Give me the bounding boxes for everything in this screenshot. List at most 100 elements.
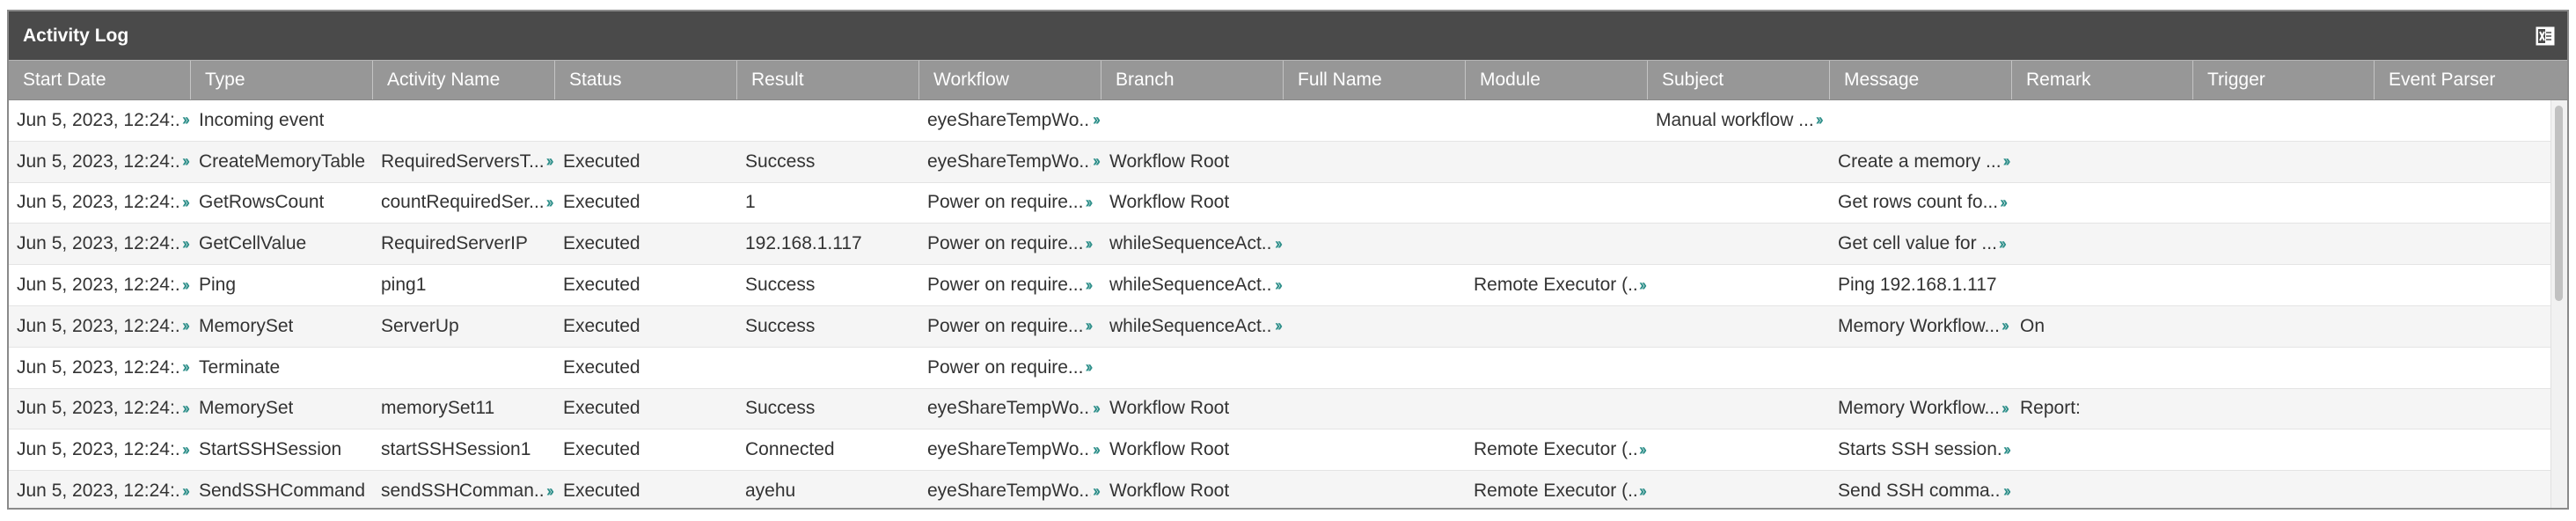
- column-header-subject[interactable]: Subject: [1648, 61, 1830, 99]
- cell-trigger: [2193, 429, 2375, 470]
- expand-arrow-icon[interactable]: ››: [2002, 400, 2009, 418]
- table-row[interactable]: Jun 5, 2023, 12:24:... ›› GetRowsCount coun…: [9, 182, 2567, 224]
- expand-arrow-icon[interactable]: ››: [2003, 482, 2011, 501]
- cell-module: [1466, 183, 1648, 224]
- expand-arrow-icon[interactable]: ››: [546, 194, 554, 212]
- expand-arrow-icon[interactable]: ››: [182, 194, 190, 212]
- column-header-message[interactable]: Message: [1830, 61, 2012, 99]
- column-header-status[interactable]: Status: [555, 61, 737, 99]
- expand-arrow-icon[interactable]: ››: [1999, 235, 2007, 253]
- cell-text: Ping 192.168.1.117: [1838, 275, 1997, 296]
- expand-arrow-icon[interactable]: ››: [182, 358, 190, 377]
- cell-text: countRequiredSer...: [381, 192, 545, 213]
- cell-result: ayehu: [737, 471, 919, 508]
- cell-text: Power on require...: [927, 275, 1084, 296]
- cell-workflow: Power on require... ››: [919, 348, 1101, 388]
- expand-arrow-icon[interactable]: ››: [1639, 441, 1647, 459]
- cell-workflow: eyeShareTempWo... ››: [919, 471, 1101, 508]
- expand-arrow-icon[interactable]: ››: [1085, 194, 1093, 212]
- expand-arrow-icon[interactable]: ››: [2003, 441, 2011, 459]
- cell-text: whileSequenceAct...: [1109, 315, 1273, 336]
- cell-status: Executed: [555, 265, 737, 305]
- expand-arrow-icon[interactable]: ››: [1639, 276, 1647, 295]
- cell-event-parser: [2375, 142, 2554, 182]
- cell-module: [1466, 100, 1648, 141]
- expand-arrow-icon[interactable]: ››: [1085, 235, 1093, 253]
- cell-text: Executed: [563, 150, 640, 172]
- table-row[interactable]: Jun 5, 2023, 12:24:... ›› Incoming event ey…: [9, 100, 2567, 142]
- expand-arrow-icon[interactable]: ››: [2003, 152, 2011, 171]
- cell-text: Executed: [563, 398, 640, 419]
- expand-arrow-icon[interactable]: ››: [1816, 111, 1824, 129]
- expand-arrow-icon[interactable]: ››: [2002, 317, 2009, 335]
- table-row[interactable]: Jun 5, 2023, 12:24:... ›› StartSSHSession s…: [9, 429, 2567, 472]
- cell-subject: [1648, 348, 1830, 388]
- column-header-remark[interactable]: Remark: [2012, 61, 2193, 99]
- expand-arrow-icon[interactable]: ››: [1085, 358, 1093, 377]
- expand-arrow-icon[interactable]: ››: [1093, 111, 1101, 129]
- cell-type: SendSSHCommand: [191, 471, 373, 508]
- cell-activity-name: ServerUp: [373, 306, 555, 347]
- excel-export-icon[interactable]: [2536, 26, 2555, 46]
- expand-arrow-icon[interactable]: ››: [182, 276, 190, 295]
- expand-arrow-icon[interactable]: ››: [1093, 441, 1101, 459]
- expand-arrow-icon[interactable]: ››: [182, 317, 190, 335]
- column-header-trigger[interactable]: Trigger: [2193, 61, 2375, 99]
- cell-text: whileSequenceAct...: [1109, 275, 1273, 296]
- expand-arrow-icon[interactable]: ››: [2000, 194, 2008, 212]
- table-row[interactable]: Jun 5, 2023, 12:24:... ›› GetCellValue Requ…: [9, 224, 2567, 266]
- table-row[interactable]: Jun 5, 2023, 12:24:... ›› MemorySet memoryS…: [9, 388, 2567, 430]
- scrollbar-thumb[interactable]: [2555, 106, 2563, 301]
- table-body: Jun 5, 2023, 12:24:... ›› Incoming event ey…: [9, 100, 2567, 508]
- column-header-result[interactable]: Result: [737, 61, 919, 99]
- cell-text: SendSSHCommand: [199, 481, 366, 502]
- column-header-module[interactable]: Module: [1466, 61, 1648, 99]
- table-row[interactable]: Jun 5, 2023, 12:24:... ›› CreateMemoryTabl…: [9, 141, 2567, 183]
- column-header-branch[interactable]: Branch: [1101, 61, 1284, 99]
- cell-text: 1: [745, 192, 756, 213]
- expand-arrow-icon[interactable]: ››: [182, 482, 190, 501]
- cell-full-name: [1284, 306, 1466, 347]
- cell-start-date: Jun 5, 2023, 12:24:... ››: [9, 100, 191, 141]
- expand-arrow-icon[interactable]: ››: [182, 235, 190, 253]
- column-header-start-date[interactable]: Start Date: [9, 61, 191, 99]
- column-header-workflow[interactable]: Workflow: [919, 61, 1101, 99]
- expand-arrow-icon[interactable]: ››: [546, 152, 554, 171]
- expand-arrow-icon[interactable]: ››: [182, 111, 190, 129]
- table-row[interactable]: Jun 5, 2023, 12:24:... ›› Ping ping1 Execute…: [9, 265, 2567, 306]
- expand-arrow-icon[interactable]: ››: [182, 152, 190, 171]
- expand-arrow-icon[interactable]: ››: [546, 482, 554, 501]
- cell-text: eyeShareTempWo...: [927, 109, 1091, 130]
- expand-arrow-icon[interactable]: ››: [1085, 317, 1093, 335]
- cell-message: Memory Workflow... ››: [1830, 389, 2012, 429]
- expand-arrow-icon[interactable]: ››: [182, 441, 190, 459]
- table-row[interactable]: Jun 5, 2023, 12:24:... ›› SendSSHCommand se…: [9, 471, 2567, 508]
- cell-text: Remote Executor (...: [1474, 481, 1637, 502]
- column-header-full-name[interactable]: Full Name: [1284, 61, 1466, 99]
- cell-type: MemorySet: [191, 389, 373, 429]
- cell-activity-name: [373, 100, 555, 141]
- expand-arrow-icon[interactable]: ››: [182, 400, 190, 418]
- table-row[interactable]: Jun 5, 2023, 12:24:... ›› Terminate Execute…: [9, 347, 2567, 389]
- cell-message: [1830, 100, 2012, 141]
- cell-text: Remote Executor (...: [1474, 439, 1637, 460]
- expand-arrow-icon[interactable]: ››: [1275, 235, 1283, 253]
- expand-arrow-icon[interactable]: ››: [1093, 482, 1101, 501]
- vertical-scrollbar[interactable]: [2550, 100, 2567, 508]
- table-row[interactable]: Jun 5, 2023, 12:24:... ›› MemorySet ServerU…: [9, 305, 2567, 348]
- expand-arrow-icon[interactable]: ››: [1085, 276, 1093, 295]
- expand-arrow-icon[interactable]: ››: [1275, 317, 1283, 335]
- cell-text: Connected: [745, 439, 835, 460]
- cell-text: MemorySet: [199, 398, 294, 419]
- column-header-activity-name[interactable]: Activity Name: [373, 61, 555, 99]
- expand-arrow-icon[interactable]: ››: [1093, 400, 1101, 418]
- cell-remark: On: [2012, 306, 2193, 347]
- cell-type: StartSSHSession: [191, 429, 373, 470]
- cell-branch: whileSequenceAct... ››: [1101, 224, 1284, 264]
- expand-arrow-icon[interactable]: ››: [1093, 152, 1101, 171]
- column-header-type[interactable]: Type: [191, 61, 373, 99]
- cell-event-parser: [2375, 183, 2554, 224]
- column-header-event-parser[interactable]: Event Parser: [2375, 61, 2554, 99]
- expand-arrow-icon[interactable]: ››: [1639, 482, 1647, 501]
- expand-arrow-icon[interactable]: ››: [1275, 276, 1283, 295]
